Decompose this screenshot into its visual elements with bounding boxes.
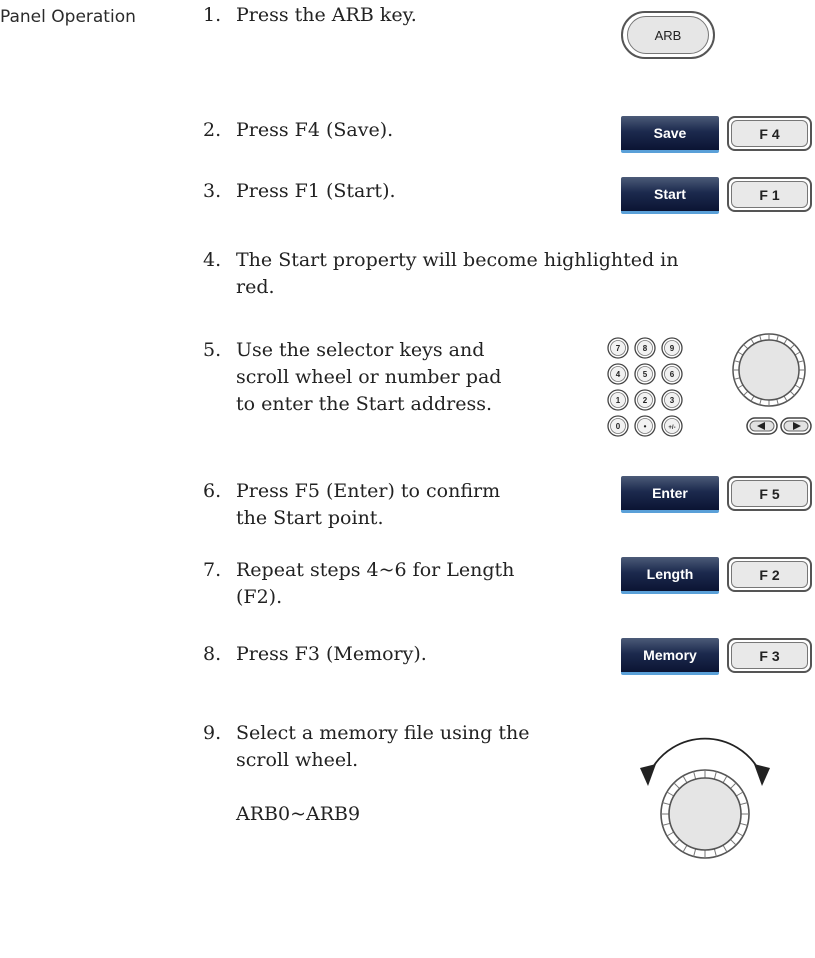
step-text: Press F5 (Enter) to confirm the Start po…: [236, 480, 501, 529]
numpad-key-label: 6: [670, 370, 675, 379]
arb-key[interactable]: ARB: [621, 11, 715, 59]
f4-key[interactable]: F 4: [727, 116, 812, 151]
numpad-key-label: 4: [616, 370, 621, 379]
section-label: Panel Operation: [0, 7, 136, 27]
step-5: 5. Use the selector keys and scroll whee…: [203, 337, 501, 418]
numpad-key[interactable]: •: [634, 415, 656, 437]
step-number: 5.: [203, 339, 222, 361]
numpad-key-label: 8: [643, 344, 648, 353]
numpad-key-label: 0: [616, 422, 621, 431]
step-text: The Start property will become highlight…: [236, 249, 679, 298]
numpad-key[interactable]: 9: [661, 337, 683, 359]
step-number: 1.: [203, 4, 222, 26]
number-pad: 7 8 9 4 5 6 1 2 3 0 • +/-: [607, 337, 683, 437]
step-text: Press F3 (Memory).: [236, 643, 427, 665]
step-text: Press F4 (Save).: [236, 119, 394, 141]
save-softkey[interactable]: Save: [621, 116, 719, 153]
start-softkey[interactable]: Start: [621, 177, 719, 214]
numpad-key-label: 3: [670, 396, 675, 405]
numpad-key[interactable]: 3: [661, 389, 683, 411]
numpad-key[interactable]: 1: [607, 389, 629, 411]
step-text: Use the selector keys and scroll wheel o…: [236, 339, 502, 415]
step-number: 8.: [203, 643, 222, 665]
f3-key[interactable]: F 3: [727, 638, 812, 673]
enter-softkey[interactable]: Enter: [621, 476, 719, 513]
left-arrow-key-icon[interactable]: [746, 417, 778, 435]
arb-key-label: ARB: [627, 16, 709, 54]
f2-key-label: F 2: [731, 561, 808, 588]
f4-key-label: F 4: [731, 120, 808, 147]
numpad-key[interactable]: 7: [607, 337, 629, 359]
numpad-key[interactable]: 6: [661, 363, 683, 385]
length-softkey[interactable]: Length: [621, 557, 719, 594]
f3-key-label: F 3: [731, 642, 808, 669]
step-text: Repeat steps 4~6 for Length (F2).: [236, 559, 515, 608]
memory-softkey[interactable]: Memory: [621, 638, 719, 675]
step-8: 8. Press F3 (Memory).: [203, 641, 427, 668]
numpad-key-label: 2: [643, 396, 648, 405]
numpad-key[interactable]: 8: [634, 337, 656, 359]
step-text: Press the ARB key.: [236, 4, 417, 26]
step-number: 4.: [203, 249, 222, 271]
f1-key[interactable]: F 1: [727, 177, 812, 212]
rotation-arrows-icon: [640, 737, 770, 859]
right-arrow-key-icon[interactable]: [780, 417, 812, 435]
scroll-wheel-icon[interactable]: [730, 331, 808, 409]
step-number: 7.: [203, 559, 222, 581]
step-6: 6. Press F5 (Enter) to confirm the Start…: [203, 478, 500, 532]
step-text: Press F1 (Start).: [236, 180, 396, 202]
step-text: Select a memory file using the scroll wh…: [236, 722, 530, 771]
f5-key-label: F 5: [731, 480, 808, 507]
scroll-wheel-icon[interactable]: [660, 769, 750, 859]
numpad-key-label: 1: [616, 396, 621, 405]
f5-key[interactable]: F 5: [727, 476, 812, 511]
f2-key[interactable]: F 2: [727, 557, 812, 592]
step-number: 2.: [203, 119, 222, 141]
numpad-key[interactable]: 0: [607, 415, 629, 437]
numpad-key[interactable]: 5: [634, 363, 656, 385]
numpad-key[interactable]: 4: [607, 363, 629, 385]
numpad-key-label: +/-: [668, 425, 675, 431]
numpad-key-label: 9: [670, 344, 675, 353]
step-2: 2. Press F4 (Save).: [203, 117, 393, 144]
range-text: ARB0~ARB9: [203, 801, 360, 828]
step-1: 1. Press the ARB key.: [203, 2, 417, 29]
numpad-key-label: 7: [616, 344, 621, 353]
step-3: 3. Press F1 (Start).: [203, 178, 396, 205]
step-9: 9. Select a memory file using the scroll…: [203, 720, 530, 774]
f1-key-label: F 1: [731, 181, 808, 208]
step-number: 3.: [203, 180, 222, 202]
numpad-key-label: 5: [643, 370, 648, 379]
step-number: 6.: [203, 480, 222, 502]
step-4: 4. The Start property will become highli…: [203, 247, 679, 301]
step-number: 9.: [203, 722, 222, 744]
range-value: ARB0~ARB9: [236, 803, 361, 825]
numpad-key[interactable]: 2: [634, 389, 656, 411]
numpad-key-label: •: [644, 422, 647, 431]
numpad-key[interactable]: +/-: [661, 415, 683, 437]
step-7: 7. Repeat steps 4~6 for Length (F2).: [203, 557, 514, 611]
